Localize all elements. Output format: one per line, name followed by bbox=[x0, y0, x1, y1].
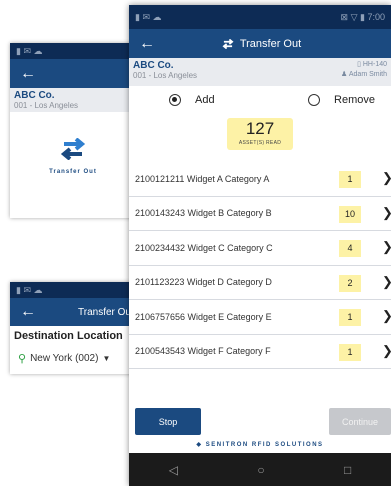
screen-destination: ▮ ✉ ☁ ← Transfer Out Destination Locatio… bbox=[10, 282, 136, 374]
item-label: 2106757656 Widget E Category E bbox=[135, 311, 272, 322]
chevron-right-icon[interactable]: ❯ bbox=[382, 308, 391, 324]
user-name: Adam Smith bbox=[348, 71, 387, 78]
list-item[interactable]: 2100543543 Widget F Category F 1 ❯ bbox=[129, 335, 391, 369]
status-bar: ▮ ✉ ☁ ⊠ ▽ ▮ 7:00 bbox=[129, 5, 391, 29]
status-icons-left: ▮ ✉ ☁ bbox=[135, 11, 162, 22]
transfer-arrows-icon bbox=[60, 137, 86, 161]
item-qty: 10 bbox=[339, 205, 361, 223]
list-item[interactable]: 2106757656 Widget E Category E 1 ❯ bbox=[129, 300, 391, 335]
customer-location: 001 - Los Angeles bbox=[14, 101, 79, 110]
brand-footer: ◆ SENITRON RFID SOLUTIONS bbox=[129, 438, 391, 453]
item-label: 2100121211 Widget A Category A bbox=[135, 173, 270, 184]
asset-count: 127 bbox=[245, 119, 275, 138]
item-label: 2100143243 Widget B Category B bbox=[135, 208, 272, 219]
back-arrow-icon[interactable]: ← bbox=[10, 304, 46, 320]
add-radio[interactable]: Add bbox=[169, 93, 215, 107]
item-qty: 1 bbox=[339, 309, 361, 326]
remove-label: Remove bbox=[334, 93, 375, 106]
destination-value: New York (002) bbox=[30, 353, 99, 364]
chevron-right-icon[interactable]: ❯ bbox=[382, 205, 391, 221]
item-label: 2100234432 Widget C Category C bbox=[135, 242, 273, 253]
status-time: 7:00 bbox=[367, 11, 385, 22]
asset-list: 2100121211 Widget A Category A 1 ❯ 21001… bbox=[129, 162, 391, 369]
asset-count-label: ASSET(S) READ bbox=[238, 140, 282, 146]
item-qty: 4 bbox=[339, 240, 361, 257]
android-nav-bar: ◁ ○ □ bbox=[129, 453, 391, 486]
list-item[interactable]: 2101123223 Widget D Category D 2 ❯ bbox=[129, 266, 391, 300]
chevron-right-icon[interactable]: ❯ bbox=[382, 274, 391, 290]
mode-selector: Add Remove bbox=[129, 86, 391, 114]
destination-label: Destination Location bbox=[14, 330, 123, 342]
customer-banner: ABC Co. 001 - Los Angeles ▯ HH-140 ♟ Ada… bbox=[129, 58, 391, 86]
nav-recents-icon[interactable]: □ bbox=[344, 463, 351, 477]
destination-select[interactable]: ⚲ New York (002) ▼ bbox=[10, 346, 136, 371]
chevron-right-icon[interactable]: ❯ bbox=[382, 239, 391, 255]
screen-transfer-out: ▮ ✉ ☁ ⊠ ▽ ▮ 7:00 ← Transfer Out ABC Co. … bbox=[129, 5, 391, 486]
transfer-out-tile[interactable]: Transfer Out bbox=[10, 137, 136, 175]
item-label: 2100543543 Widget F Category F bbox=[135, 346, 271, 357]
customer-name: ABC Co. bbox=[133, 60, 174, 71]
radio-empty-icon bbox=[308, 94, 321, 107]
brand-footer-text: SENITRON RFID SOLUTIONS bbox=[205, 442, 324, 448]
status-icons: ▮ ✉ ☁ bbox=[16, 45, 43, 56]
app-bar: ← bbox=[10, 59, 136, 88]
status-icons-right: ⊠ ▽ ▮ 7:00 bbox=[340, 11, 385, 22]
transfer-arrows-icon bbox=[222, 38, 234, 49]
item-qty: 2 bbox=[339, 274, 361, 292]
status-icons: ▮ ✉ ☁ bbox=[16, 284, 43, 295]
tile-label: Transfer Out bbox=[49, 169, 97, 175]
status-bar: ▮ ✉ ☁ bbox=[10, 43, 136, 59]
status-bar: ▮ ✉ ☁ bbox=[10, 282, 136, 298]
customer-location: 001 - Los Angeles bbox=[133, 71, 198, 80]
item-qty: 1 bbox=[339, 171, 361, 188]
item-label: 2101123223 Widget D Category D bbox=[135, 277, 272, 288]
brand-logo-icon: ◆ bbox=[196, 442, 203, 448]
continue-button[interactable]: Continue bbox=[329, 408, 391, 435]
nav-home-icon[interactable]: ○ bbox=[257, 463, 264, 477]
screen-menu: ▮ ✉ ☁ ← ABC Co. 001 - Los Angeles Transf… bbox=[10, 43, 136, 218]
device-info: ▯ HH-140 ♟ Adam Smith bbox=[341, 60, 387, 84]
customer-banner: ABC Co. 001 - Los Angeles bbox=[10, 88, 136, 112]
stop-button[interactable]: Stop bbox=[135, 408, 201, 435]
back-arrow-icon[interactable]: ← bbox=[129, 35, 165, 52]
back-arrow-icon[interactable]: ← bbox=[10, 65, 46, 82]
customer-name: ABC Co. bbox=[14, 90, 55, 101]
chevron-right-icon[interactable]: ❯ bbox=[382, 343, 391, 359]
radio-selected-icon bbox=[169, 94, 181, 107]
title-text: Transfer Out bbox=[239, 37, 302, 50]
map-pin-icon: ⚲ bbox=[18, 353, 27, 365]
device-id: HH-140 bbox=[362, 61, 387, 68]
device-icon: ▯ bbox=[357, 61, 361, 68]
list-item[interactable]: 2100121211 Widget A Category A 1 ❯ bbox=[129, 162, 391, 197]
nav-back-icon[interactable]: ◁ bbox=[169, 463, 178, 477]
dropdown-caret-icon: ▼ bbox=[102, 354, 111, 363]
remove-radio[interactable]: Remove bbox=[308, 93, 375, 107]
app-bar: ← Transfer Out bbox=[129, 29, 391, 58]
list-item[interactable]: 2100234432 Widget C Category C 4 ❯ bbox=[129, 231, 391, 266]
app-bar: ← Transfer Out bbox=[10, 298, 136, 326]
app-bar-title: Transfer Out bbox=[165, 38, 357, 50]
asset-count-box: 127 ASSET(S) READ bbox=[227, 118, 293, 150]
list-item[interactable]: 2100143243 Widget B Category B 10 ❯ bbox=[129, 197, 391, 231]
item-qty: 1 bbox=[339, 343, 361, 361]
chevron-right-icon[interactable]: ❯ bbox=[382, 170, 391, 186]
app-bar-title: Transfer Out bbox=[78, 306, 134, 318]
add-label: Add bbox=[195, 93, 215, 106]
user-icon: ♟ bbox=[341, 71, 348, 78]
